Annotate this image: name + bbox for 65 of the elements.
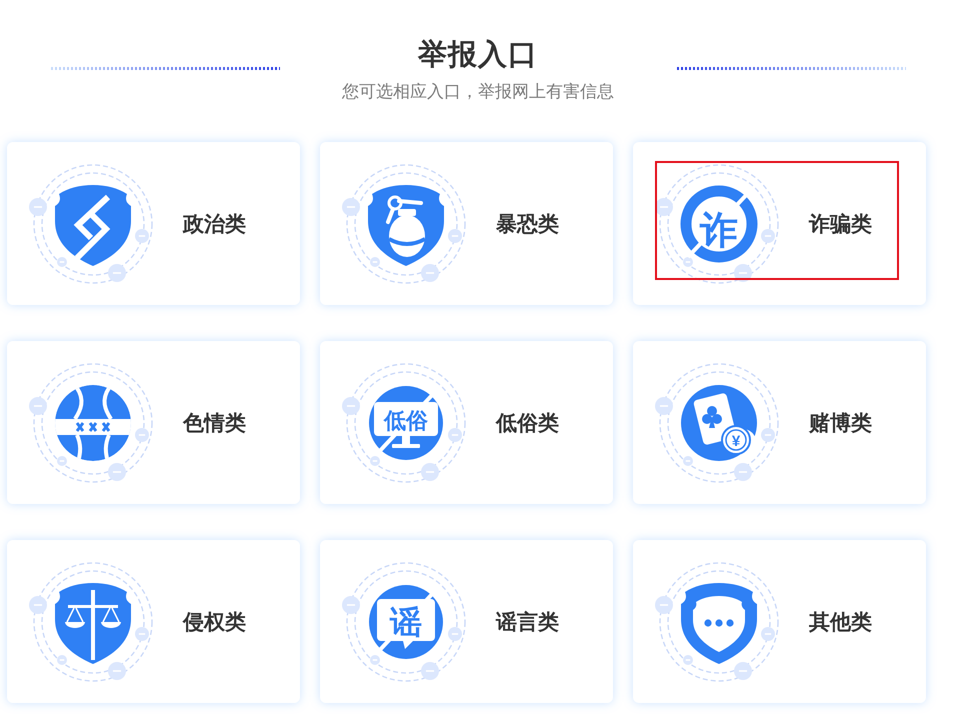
- minus-bubble-icon: [448, 626, 462, 640]
- minus-bubble-icon: [57, 456, 67, 466]
- minus-bubble-icon: [108, 462, 126, 480]
- minus-bubble-icon: [342, 198, 360, 216]
- minus-bubble-icon: [370, 654, 380, 664]
- minus-bubble-icon: [734, 264, 752, 282]
- minus-bubble-icon: [421, 462, 439, 480]
- minus-bubble-icon: [135, 626, 149, 640]
- minus-bubble-icon: [108, 264, 126, 282]
- minus-bubble-icon: [448, 428, 462, 442]
- minus-bubble-icon: [683, 654, 693, 664]
- emblem-character: 低俗: [384, 408, 428, 432]
- minus-bubble-icon: [108, 662, 126, 680]
- minus-bubble-icon: [655, 596, 673, 614]
- category-card[interactable]: 色情类: [7, 341, 300, 504]
- shield-icon: [55, 184, 131, 266]
- category-label: 诈骗类: [809, 212, 872, 238]
- minus-bubble-icon: [135, 228, 149, 242]
- minus-bubble-icon: [655, 198, 673, 216]
- minus-bubble-icon: [761, 228, 775, 242]
- category-card[interactable]: 侵权类: [7, 540, 300, 703]
- minus-bubble-icon: [29, 396, 47, 414]
- category-card[interactable]: 政治类: [7, 142, 300, 305]
- minus-bubble-icon: [370, 256, 380, 266]
- category-card[interactable]: 暴恐类: [320, 142, 613, 305]
- minus-bubble-icon: [29, 596, 47, 614]
- minus-bubble-icon: [370, 456, 380, 466]
- section-subtitle: 您可选相应入口，举报网上有害信息: [342, 81, 614, 103]
- minus-bubble-icon: [683, 456, 693, 466]
- minus-bubble-icon: [135, 428, 149, 442]
- minus-bubble-icon: [761, 626, 775, 640]
- category-label: 侵权类: [183, 610, 246, 636]
- category-card[interactable]: 谣 谣言类: [320, 540, 613, 703]
- minus-bubble-icon: [342, 396, 360, 414]
- scales-shield-icon: [55, 582, 131, 664]
- minus-bubble-icon: [683, 256, 693, 266]
- minus-bubble-icon: [448, 228, 462, 242]
- category-card[interactable]: 低俗 低俗类: [320, 341, 613, 504]
- emblem-character: ¥: [732, 432, 740, 450]
- minus-bubble-icon: [421, 264, 439, 282]
- category-label: 其他类: [809, 610, 872, 636]
- minus-bubble-icon: [342, 596, 360, 614]
- emblem-character: 谣: [390, 604, 422, 640]
- emblem-character: 诈: [700, 210, 738, 252]
- minus-bubble-icon: [421, 662, 439, 680]
- category-label: 谣言类: [496, 610, 559, 636]
- minus-bubble-icon: [57, 654, 67, 664]
- minus-bubble-icon: [761, 428, 775, 442]
- minus-bubble-icon: [57, 256, 67, 266]
- minus-bubble-icon: [29, 198, 47, 216]
- category-label: 暴恐类: [496, 212, 559, 238]
- category-card[interactable]: ¥ 赌博类: [633, 341, 926, 504]
- minus-bubble-icon: [734, 462, 752, 480]
- body-prohibited-icon: [55, 384, 131, 460]
- category-label: 政治类: [183, 212, 246, 238]
- minus-bubble-icon: [734, 662, 752, 680]
- category-label: 赌博类: [809, 410, 872, 436]
- category-card[interactable]: 其他类: [633, 540, 926, 703]
- category-label: 色情类: [183, 410, 246, 436]
- section-title: 举报入口: [418, 38, 538, 73]
- shield-dots-icon: [681, 582, 757, 664]
- grenade-shield-icon: [368, 184, 444, 266]
- minus-bubble-icon: [655, 396, 673, 414]
- category-label: 低俗类: [496, 410, 559, 436]
- category-card[interactable]: 诈 诈骗类: [633, 142, 926, 305]
